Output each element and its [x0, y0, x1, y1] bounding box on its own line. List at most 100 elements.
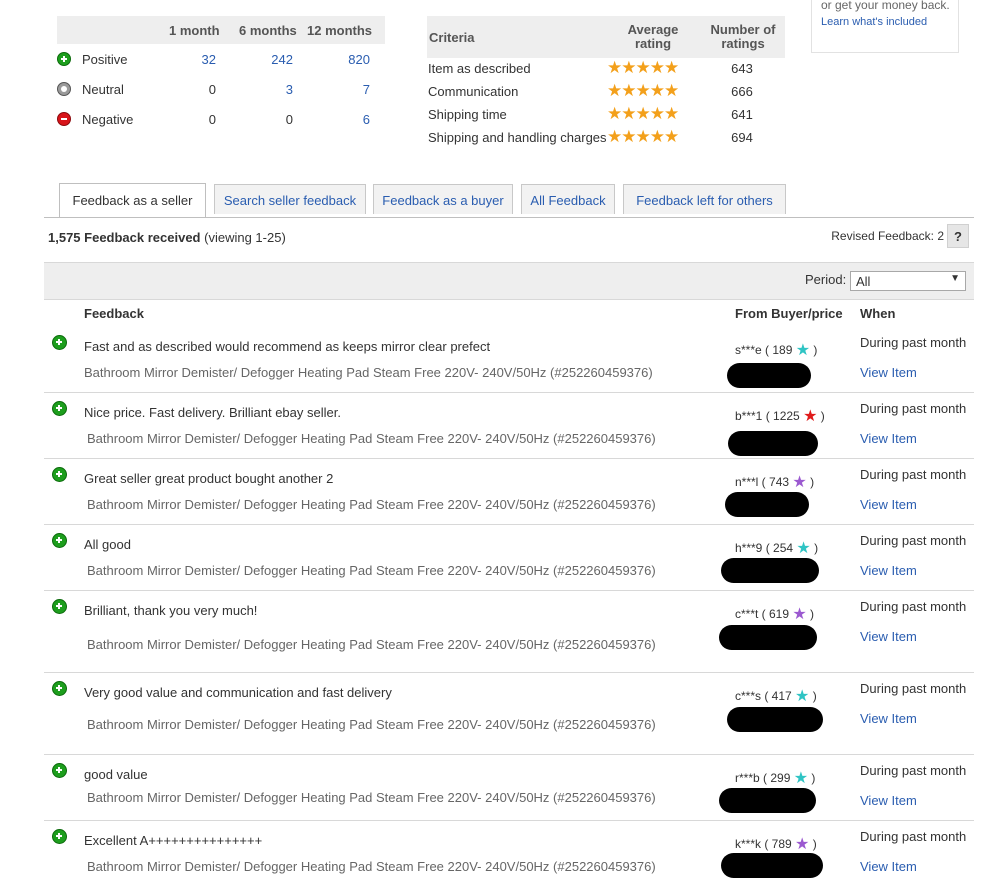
- buyer-star-icon: ★: [796, 540, 811, 557]
- feedback-item: Bathroom Mirror Demister/ Defogger Heati…: [87, 563, 656, 578]
- star-rating-icon: ★★★★★: [607, 104, 679, 123]
- view-item-link[interactable]: View Item: [860, 793, 917, 808]
- feedback-when: During past month: [860, 763, 967, 778]
- neutral-6m[interactable]: 3: [247, 82, 293, 97]
- positive-icon: [52, 763, 67, 778]
- col-feedback: Feedback: [84, 306, 144, 321]
- feedback-row: Excellent A+++++++++++++++ Bathroom Mirr…: [44, 821, 974, 887]
- dsr-row: Shipping time ★★★★★ 641: [427, 104, 785, 127]
- buyer-info[interactable]: k***k ( 789 ★ ): [735, 833, 817, 853]
- ratings-row-negative: Negative 0 0 6: [57, 104, 385, 134]
- buyer-info[interactable]: c***s ( 417 ★ ): [735, 685, 817, 705]
- negative-icon: [57, 112, 71, 126]
- money-back-text: or get your money back.: [821, 0, 950, 12]
- positive-label: Positive: [82, 52, 128, 67]
- star-rating-icon: ★★★★★: [607, 81, 679, 100]
- feedback-comment: Excellent A+++++++++++++++: [84, 833, 263, 848]
- feedback-summary: 1,575 Feedback received (viewing 1-25): [48, 230, 286, 245]
- period-bar: Period: All ▼: [44, 262, 974, 300]
- tab-search-seller-feedback[interactable]: Search seller feedback: [214, 184, 366, 214]
- feedback-row: Brilliant, thank you very much! Bathroom…: [44, 591, 974, 673]
- negative-12m[interactable]: 6: [317, 112, 370, 127]
- period-select[interactable]: All ▼: [850, 271, 966, 291]
- period-label: Period:: [805, 272, 847, 287]
- buyer-star-icon: ★: [793, 770, 809, 787]
- ratings-row-neutral: Neutral 0 3 7: [57, 74, 385, 104]
- feedback-item: Bathroom Mirror Demister/ Defogger Heati…: [87, 859, 656, 874]
- positive-icon: [52, 681, 67, 696]
- positive-6m[interactable]: 242: [247, 52, 293, 67]
- positive-1m[interactable]: 32: [177, 52, 216, 67]
- dsr-count: 666: [731, 84, 753, 99]
- positive-icon: [52, 335, 67, 350]
- redacted-price: [727, 707, 823, 732]
- view-item-link[interactable]: View Item: [860, 711, 917, 726]
- dsr-row: Item as described ★★★★★ 643: [427, 58, 785, 81]
- dsr-row: Communication ★★★★★ 666: [427, 81, 785, 104]
- feedback-item: Bathroom Mirror Demister/ Defogger Heati…: [84, 365, 653, 380]
- buyer-info[interactable]: n***l ( 743 ★ ): [735, 471, 814, 491]
- tab-feedback-left-for-others[interactable]: Feedback left for others: [623, 184, 786, 214]
- feedback-comment: All good: [84, 537, 131, 552]
- feedback-item: Bathroom Mirror Demister/ Defogger Heati…: [87, 497, 656, 512]
- feedback-item: Bathroom Mirror Demister/ Defogger Heati…: [87, 637, 656, 652]
- redacted-price: [727, 363, 811, 388]
- view-item-link[interactable]: View Item: [860, 497, 917, 512]
- positive-icon: [52, 599, 67, 614]
- feedback-when: During past month: [860, 599, 967, 614]
- feedback-item: Bathroom Mirror Demister/ Defogger Heati…: [87, 790, 656, 805]
- learn-whats-included-link[interactable]: Learn what's included: [821, 16, 927, 28]
- view-item-link[interactable]: View Item: [860, 431, 917, 446]
- feedback-item: Bathroom Mirror Demister/ Defogger Heati…: [87, 717, 656, 732]
- money-back-guarantee-box: or get your money back. Learn what's inc…: [811, 0, 959, 53]
- positive-12m[interactable]: 820: [317, 52, 370, 67]
- positive-icon: [52, 401, 67, 416]
- feedback-when: During past month: [860, 681, 967, 696]
- buyer-info[interactable]: r***b ( 299 ★ ): [735, 767, 815, 787]
- neutral-icon: [57, 82, 71, 96]
- dsr-count: 643: [731, 61, 753, 76]
- view-item-link[interactable]: View Item: [860, 365, 917, 380]
- feedback-comment: good value: [84, 767, 148, 782]
- col-12-months: 12 months: [307, 23, 373, 38]
- detailed-seller-ratings: Criteria Average rating Number of ratings …: [427, 16, 785, 150]
- feedback-when: During past month: [860, 401, 967, 416]
- view-item-link[interactable]: View Item: [860, 629, 917, 644]
- feedback-item: Bathroom Mirror Demister/ Defogger Heati…: [87, 431, 656, 446]
- negative-6m: 0: [285, 112, 293, 127]
- dropdown-caret-icon: ▼: [950, 273, 960, 284]
- feedback-tabs: Feedback as a seller Search seller feedb…: [44, 183, 974, 218]
- col-when: When: [860, 306, 896, 321]
- buyer-info[interactable]: c***t ( 619 ★ ): [735, 603, 814, 623]
- positive-icon: [52, 467, 67, 482]
- view-item-link[interactable]: View Item: [860, 859, 917, 874]
- dsr-criteria: Shipping and handling charges: [428, 130, 607, 145]
- star-rating-icon: ★★★★★: [607, 58, 679, 77]
- dsr-criteria: Item as described: [428, 61, 531, 76]
- dsr-criteria: Communication: [428, 84, 519, 99]
- buyer-star-icon: ★: [795, 836, 810, 853]
- neutral-12m[interactable]: 7: [317, 82, 370, 97]
- buyer-info[interactable]: s***e ( 189 ★ ): [735, 339, 817, 359]
- buyer-info[interactable]: b***1 ( 1225 ★ ): [735, 405, 825, 425]
- help-button[interactable]: ?: [947, 224, 969, 248]
- feedback-when: During past month: [860, 335, 967, 350]
- redacted-price: [719, 625, 817, 650]
- buyer-star-icon: ★: [792, 474, 807, 491]
- ratings-header: 1 month 6 months 12 months: [57, 16, 385, 44]
- dsr-row: Shipping and handling charges ★★★★★ 694: [427, 127, 785, 150]
- tab-feedback-as-buyer[interactable]: Feedback as a buyer: [373, 184, 513, 214]
- feedback-comment: Fast and as described would recommend as…: [84, 339, 491, 354]
- feedback-ratings-table: 1 month 6 months 12 months Positive 32 2…: [57, 16, 385, 134]
- buyer-info[interactable]: h***9 ( 254 ★ ): [735, 537, 818, 557]
- star-rating-icon: ★★★★★: [607, 127, 679, 146]
- feedback-row: Fast and as described would recommend as…: [44, 327, 974, 393]
- col-criteria: Criteria: [429, 30, 475, 45]
- feedback-when: During past month: [860, 467, 967, 482]
- buyer-star-icon: ★: [792, 606, 807, 623]
- buyer-star-icon: ★: [795, 688, 810, 705]
- revised-feedback: Revised Feedback: 2: [831, 229, 944, 243]
- view-item-link[interactable]: View Item: [860, 563, 917, 578]
- tab-feedback-as-seller[interactable]: Feedback as a seller: [59, 183, 206, 217]
- tab-all-feedback[interactable]: All Feedback: [521, 184, 615, 214]
